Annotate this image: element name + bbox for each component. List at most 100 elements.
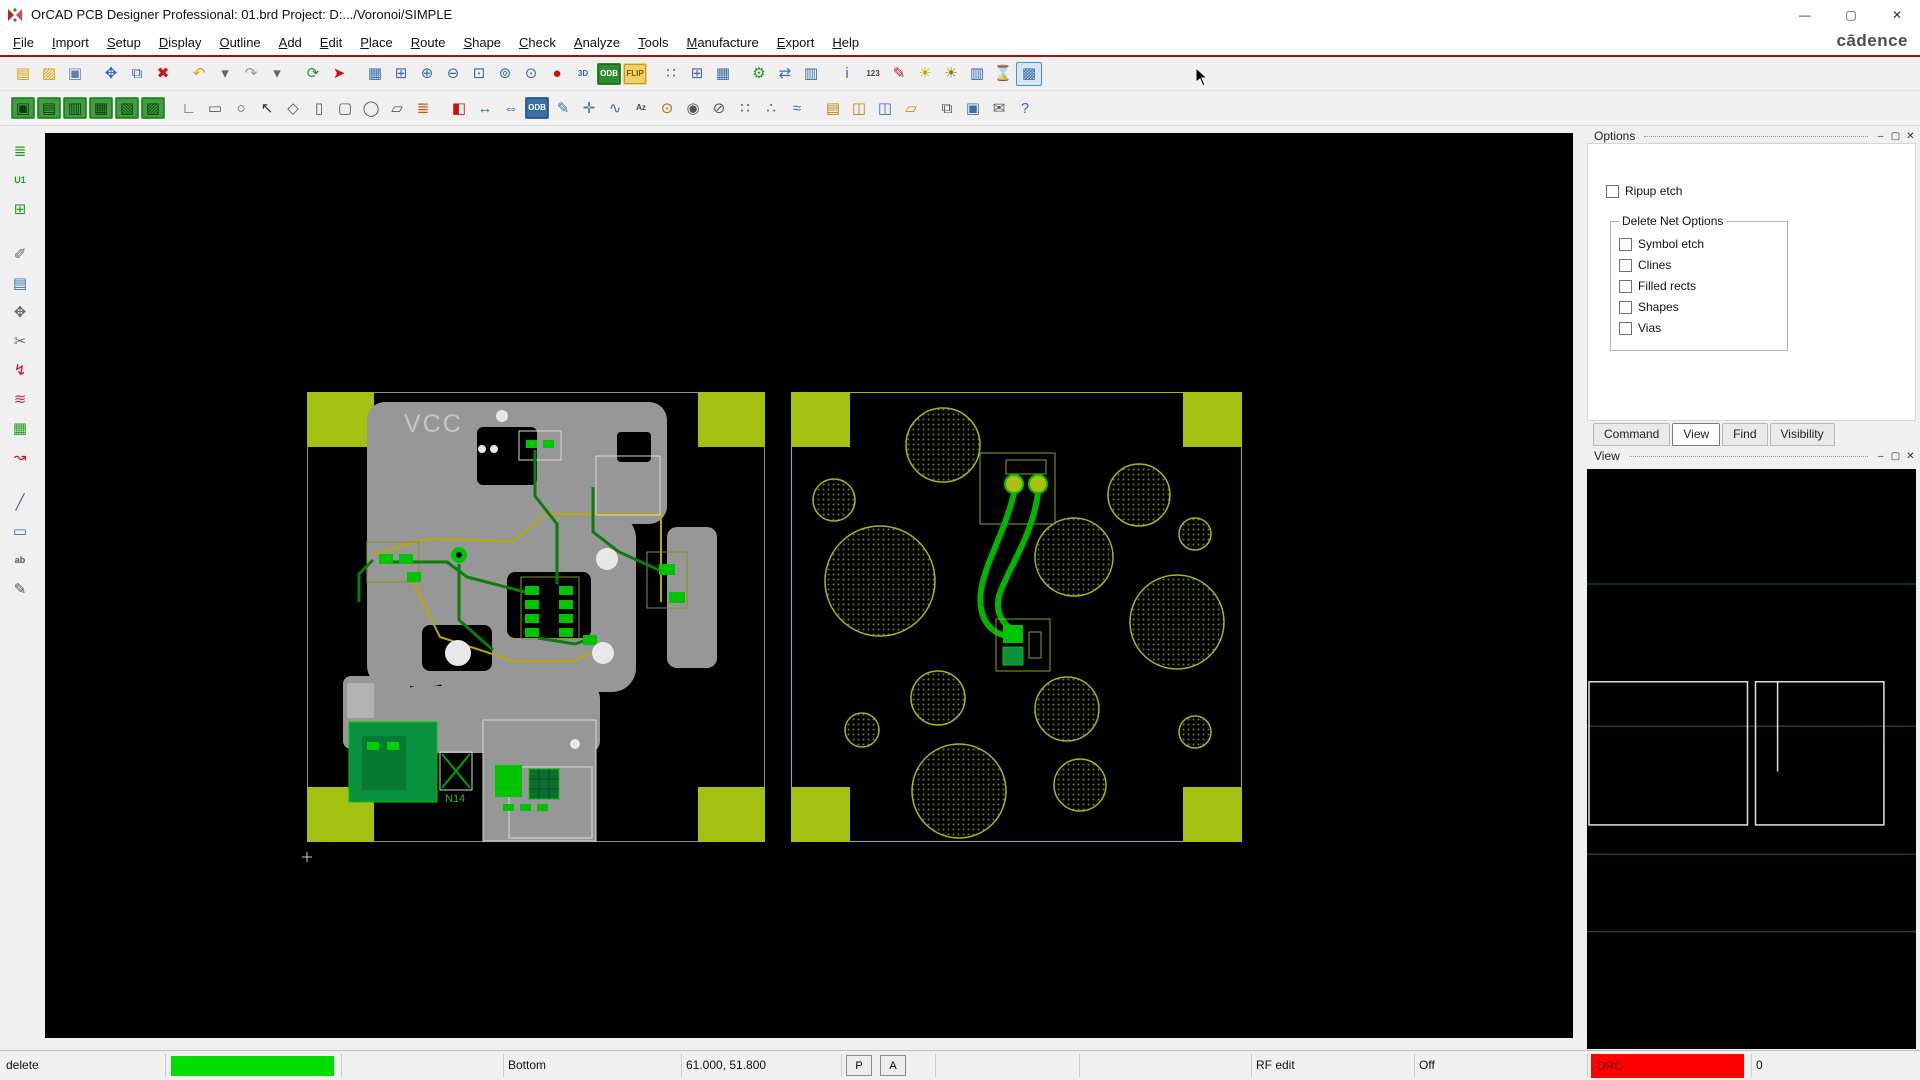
waive-drc-icon[interactable]: ⌛ [990,62,1016,86]
new-drawing-icon[interactable]: ▤ [10,62,36,86]
blind-via-icon[interactable]: ⊘ [706,96,732,120]
odb-view-icon[interactable]: ODB [525,97,549,119]
visibility-preset-1-icon[interactable]: ▣ [11,97,35,119]
label-tool-icon[interactable]: ab [7,547,33,572]
text-tool-icon[interactable]: ✎ [7,576,33,601]
tab-visibility[interactable]: Visibility [1770,423,1835,446]
menu-route[interactable]: Route [402,31,455,54]
delete-icon[interactable]: ✖ [150,62,176,86]
rect-tool-icon[interactable]: ▭ [7,518,33,543]
contrast-icon[interactable]: ☀ [938,62,964,86]
menu-analyze[interactable]: Analyze [565,31,629,54]
zoom-in-icon[interactable]: ⊕ [414,62,440,86]
measure-icon[interactable]: ↔ [472,96,498,120]
corner-mode-icon[interactable]: ∟ [176,96,202,120]
menu-setup[interactable]: Setup [98,31,150,54]
diff-pair-icon[interactable]: ≈ [784,96,810,120]
highlight-icon[interactable]: ✎ [886,62,912,86]
rect-mode-icon[interactable]: ▭ [202,96,228,120]
undo-menu-icon[interactable]: ▾ [212,62,238,86]
zoom-previous-icon[interactable]: ⊙ [518,62,544,86]
zoom-fit-icon[interactable]: ⊡ [466,62,492,86]
view-preview[interactable] [1587,469,1916,1049]
pick-mode-button[interactable]: P [846,1055,872,1076]
options-minimize-button[interactable]: – [1873,131,1888,142]
redo-icon[interactable]: ↷ [238,62,264,86]
menu-help[interactable]: Help [823,31,868,54]
package-alt-icon[interactable]: ◫ [872,96,898,120]
cut-trace-icon[interactable]: ✂ [7,328,33,353]
zoom-world-icon[interactable]: ⊚ [492,62,518,86]
clipboard-icon[interactable]: ▤ [820,96,846,120]
rats-net-icon[interactable]: ⊞ [684,62,710,86]
tab-command[interactable]: Command [1593,423,1670,446]
rounded-rect-mode-icon[interactable]: ▢ [332,96,358,120]
vias-checkbox[interactable]: Vias [1619,321,1781,335]
az-sort-icon[interactable]: Az [628,96,654,120]
view-panel-grip[interactable] [1629,456,1868,457]
pliers-tool-icon[interactable]: ✐ [7,241,33,266]
menu-outline[interactable]: Outline [210,31,269,54]
rats-components-icon[interactable]: ▦ [710,62,736,86]
dehighlight-icon[interactable]: ☀ [912,62,938,86]
menu-file[interactable]: File [4,31,43,54]
minimize-button[interactable]: — [1782,0,1828,29]
open-drawing-icon[interactable]: ▨ [36,62,62,86]
pin-edit-icon[interactable]: ⊙ [654,96,680,120]
options-float-button[interactable]: ▢ [1888,131,1903,142]
design-canvas[interactable]: VCC [45,133,1573,1038]
view-float-button[interactable]: ▢ [1888,451,1903,462]
filled-rects-checkbox[interactable]: Filled rects [1619,279,1781,293]
right-board[interactable] [791,392,1242,842]
via-edit-icon[interactable]: ◉ [680,96,706,120]
show-measure-icon[interactable]: 123 [860,62,886,86]
layer-bars-icon[interactable]: ▥ [964,62,990,86]
board-outline-icon[interactable]: ▤ [7,270,33,295]
unrats-all-icon[interactable]: ∷ [658,62,684,86]
mail-icon[interactable]: ✉ [986,96,1012,120]
menu-import[interactable]: Import [43,31,98,54]
menu-export[interactable]: Export [768,31,824,54]
help-icon[interactable]: ? [1012,96,1038,120]
select-cursor-icon[interactable]: ↖ [254,96,280,120]
place-component-icon[interactable]: ◧ [446,96,472,120]
copy-window-icon[interactable]: ⧉ [934,96,960,120]
text-edit-icon[interactable]: ✎ [550,96,576,120]
undo-icon[interactable]: ↶ [186,62,212,86]
grid-icon[interactable]: ▦ [362,62,388,86]
circle2-mode-icon[interactable]: ◯ [358,96,384,120]
waveform-icon[interactable]: ∿ [602,96,628,120]
application-mode-button[interactable]: A [880,1055,906,1076]
probe-icon[interactable]: ✛ [576,96,602,120]
options-close-button[interactable]: ✕ [1903,131,1918,142]
line-tool-icon[interactable]: ╱ [7,489,33,514]
save-drawing-icon[interactable]: ▣ [62,62,88,86]
layer-stackup-icon[interactable]: ≣ [7,138,33,163]
menu-add[interactable]: Add [270,31,311,54]
swap-layers-icon[interactable]: ⇄ [772,62,798,86]
move-icon[interactable]: ✥ [98,62,124,86]
menu-place[interactable]: Place [351,31,402,54]
symbol-etch-checkbox[interactable]: Symbol etch [1619,237,1781,251]
menu-manufacture[interactable]: Manufacture [678,31,768,54]
left-board[interactable]: VCC [307,392,765,842]
tab-view[interactable]: View [1672,423,1720,446]
show-element-icon[interactable]: i [834,62,860,86]
visibility-preset-4-icon[interactable]: ▦ [89,97,113,119]
eraser-icon[interactable]: ▱ [898,96,924,120]
close-button[interactable]: ✕ [1874,0,1920,29]
menu-check[interactable]: Check [510,31,565,54]
assign-color-icon[interactable]: ▥ [798,62,824,86]
component-browser-icon[interactable]: U1 [7,167,33,192]
odb-export-icon[interactable]: ODB [597,63,621,85]
rectangle2-mode-icon[interactable]: ▯ [306,96,332,120]
visibility-preset-2-icon[interactable]: ▤ [37,97,61,119]
ripup-etch-checkbox[interactable]: Ripup etch [1606,184,1915,198]
pin-icon[interactable]: ➤ [326,62,352,86]
clines-checkbox[interactable]: Clines [1619,258,1781,272]
refresh-icon[interactable]: ⟳ [300,62,326,86]
move-component-icon[interactable]: ✥ [7,299,33,324]
parallelogram-mode-icon[interactable]: ▱ [384,96,410,120]
view-minimize-button[interactable]: – [1873,451,1888,462]
fanout-icon[interactable]: ↯ [7,357,33,382]
